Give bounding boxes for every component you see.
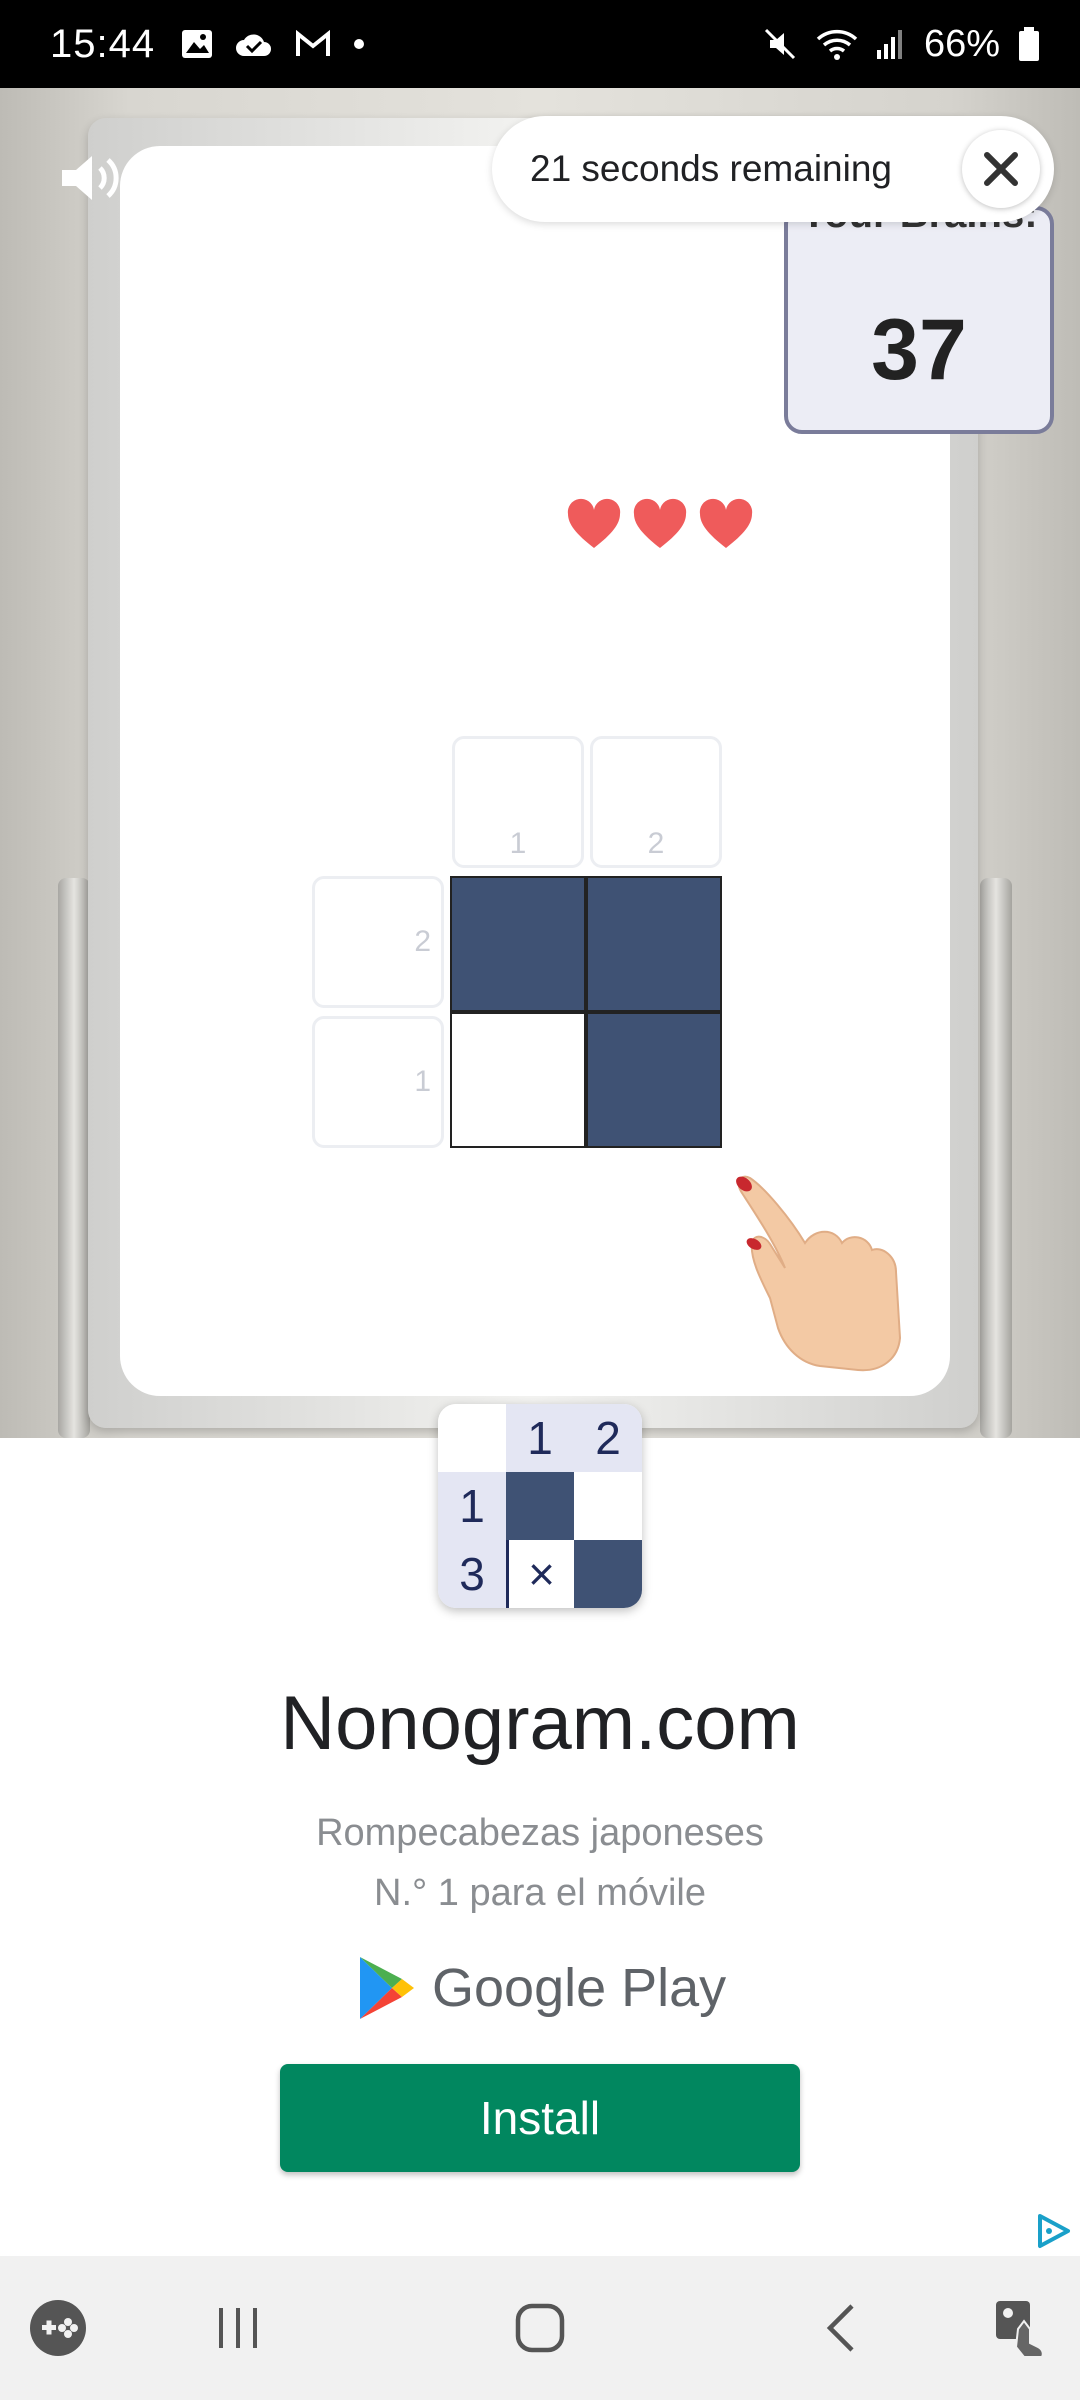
gamepad-icon (30, 2300, 86, 2356)
hearts (566, 498, 754, 550)
tagline-line-2: N.° 1 para el móvile (374, 1872, 706, 1914)
column-clue: 2 (590, 736, 722, 868)
wifi-icon (816, 29, 858, 60)
row-clue-text: 2 (414, 925, 431, 958)
countdown-text: 21 seconds remaining (530, 148, 892, 189)
back-icon (826, 2304, 854, 2352)
app-icon-filled-cell (506, 1472, 574, 1540)
heart-icon (633, 498, 687, 548)
close-button[interactable] (962, 130, 1040, 208)
screen: 15:44 66% Your Brains: 37 (0, 0, 1080, 2400)
tagline-line-1: Rompecabezas japoneses (316, 1812, 764, 1854)
pointing-hand-icon (736, 1175, 902, 1372)
cross-mark: × (528, 1548, 555, 1600)
countdown-pill: 21 seconds remaining (492, 116, 1054, 222)
app-icon-filled-cell (574, 1540, 642, 1608)
home-icon (515, 2303, 565, 2353)
app-icon-clue-text: 3 (459, 1548, 485, 1600)
mute-icon (764, 28, 795, 60)
column-clue-text: 1 (509, 827, 527, 860)
recent-apps-icon (219, 2308, 257, 2348)
app-icon-column-clue: 1 (506, 1404, 574, 1472)
row-clue: 1 (312, 1016, 444, 1148)
close-icon (984, 152, 1018, 186)
ad-video[interactable]: Your Brains: 37 1 2 2 1 (0, 88, 1080, 1438)
app-icon-cross-cell: × (506, 1540, 574, 1608)
google-play-label: Google Play (432, 1958, 727, 2018)
app-icon-row-clue: 1 (438, 1472, 506, 1540)
app-icon-clue-text: 1 (459, 1480, 485, 1532)
status-bar: 15:44 66% (0, 0, 1080, 88)
puzzle-cell (586, 876, 722, 1012)
google-play-icon (360, 1957, 414, 2019)
cloud-icon (236, 34, 272, 56)
app-icon[interactable]: 1 2 1 3 × (438, 1404, 642, 1608)
home-button[interactable] (508, 2296, 572, 2360)
app-icon-row-clue: 3 (438, 1540, 506, 1608)
google-play-badge[interactable]: Google Play (358, 1955, 726, 2021)
score-box: Your Brains: 37 (784, 206, 1054, 434)
app-icon-clue-text: 2 (595, 1412, 621, 1464)
heart-icon (699, 498, 753, 548)
gmail-icon (296, 30, 331, 56)
row-clue-text: 1 (414, 1065, 431, 1098)
navigation-bar (0, 2256, 1080, 2400)
dot-icon (354, 39, 365, 49)
game-launcher-button[interactable] (26, 2296, 90, 2360)
install-button[interactable]: Install (280, 2064, 800, 2172)
app-icon-empty-cell (574, 1472, 642, 1540)
battery-icon (1019, 27, 1039, 61)
back-button[interactable] (810, 2296, 874, 2360)
recent-apps-button[interactable] (206, 2296, 270, 2360)
app-icon-column-clue: 2 (574, 1404, 642, 1472)
app-icon-clue-text: 1 (527, 1412, 553, 1464)
signal-icon (876, 30, 902, 59)
puzzle-cell (450, 1012, 586, 1148)
whiteboard-stand-left (58, 878, 90, 1438)
app-icon-corner (438, 1404, 506, 1472)
battery-percent: 66% (923, 22, 1000, 65)
app-name: Nonogram.com (280, 1681, 800, 1766)
speaker-icon[interactable] (56, 148, 126, 208)
status-time: 15:44 (50, 21, 156, 66)
heart-icon (567, 498, 621, 548)
adchoices-icon[interactable] (1034, 2212, 1072, 2250)
column-clue: 1 (452, 736, 584, 868)
puzzle-cell (450, 876, 586, 1012)
touch-icon (996, 2301, 1044, 2357)
accessibility-button[interactable] (990, 2296, 1054, 2360)
column-clue-text: 2 (647, 827, 665, 860)
score-value: 37 (871, 302, 967, 398)
puzzle-cell (586, 1012, 722, 1148)
status-right: 66% (762, 23, 1040, 66)
whiteboard-stand-right (980, 878, 1012, 1438)
notification-icons (181, 29, 365, 59)
row-clue: 2 (312, 876, 444, 1008)
image-icon (182, 30, 213, 58)
